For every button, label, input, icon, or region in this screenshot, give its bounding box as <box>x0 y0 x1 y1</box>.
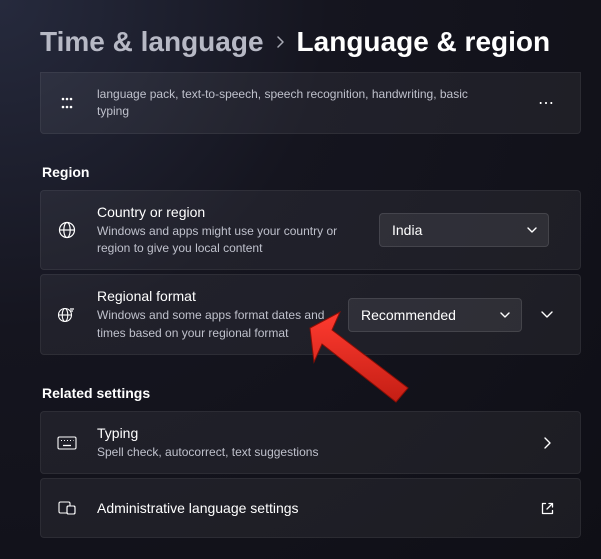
section-title-related: Related settings <box>42 385 581 401</box>
admin-language-icon <box>57 499 77 517</box>
chevron-down-icon <box>499 311 511 319</box>
regional-format-subtitle: Windows and some apps format dates and t… <box>97 307 336 342</box>
country-region-dropdown[interactable]: India <box>379 213 549 247</box>
chevron-down-icon <box>526 226 538 234</box>
regional-format-dropdown[interactable]: Recommended <box>348 298 522 332</box>
country-region-title: Country or region <box>97 203 367 222</box>
external-link-icon <box>530 491 564 525</box>
more-options-button[interactable]: ⋯ <box>530 86 564 120</box>
typing-subtitle: Spell check, autocorrect, text suggestio… <box>97 444 518 461</box>
keyboard-icon <box>57 436 77 450</box>
globe-format-icon <box>57 306 77 324</box>
country-region-value: India <box>392 222 422 238</box>
language-pack-subtitle: language pack, text-to-speech, speech re… <box>97 86 477 121</box>
typing-title: Typing <box>97 424 518 443</box>
expand-button[interactable] <box>530 298 564 332</box>
regional-format-value: Recommended <box>361 307 456 323</box>
country-region-subtitle: Windows and apps might use your country … <box>97 223 367 258</box>
language-pack-card[interactable]: language pack, text-to-speech, speech re… <box>40 72 581 134</box>
breadcrumb-parent[interactable]: Time & language <box>40 26 264 58</box>
admin-language-row[interactable]: Administrative language settings <box>40 478 581 538</box>
breadcrumb: Time & language Language & region <box>40 26 581 58</box>
chevron-right-icon <box>530 426 564 460</box>
country-region-row: Country or region Windows and apps might… <box>40 190 581 271</box>
chevron-right-icon <box>276 35 285 49</box>
typing-row[interactable]: Typing Spell check, autocorrect, text su… <box>40 411 581 474</box>
section-title-region: Region <box>42 164 581 180</box>
admin-language-title: Administrative language settings <box>97 499 518 518</box>
regional-format-row: Regional format Windows and some apps fo… <box>40 274 581 355</box>
breadcrumb-current: Language & region <box>297 26 551 58</box>
globe-icon <box>57 221 77 239</box>
regional-format-title: Regional format <box>97 287 336 306</box>
grip-icon <box>57 96 77 110</box>
